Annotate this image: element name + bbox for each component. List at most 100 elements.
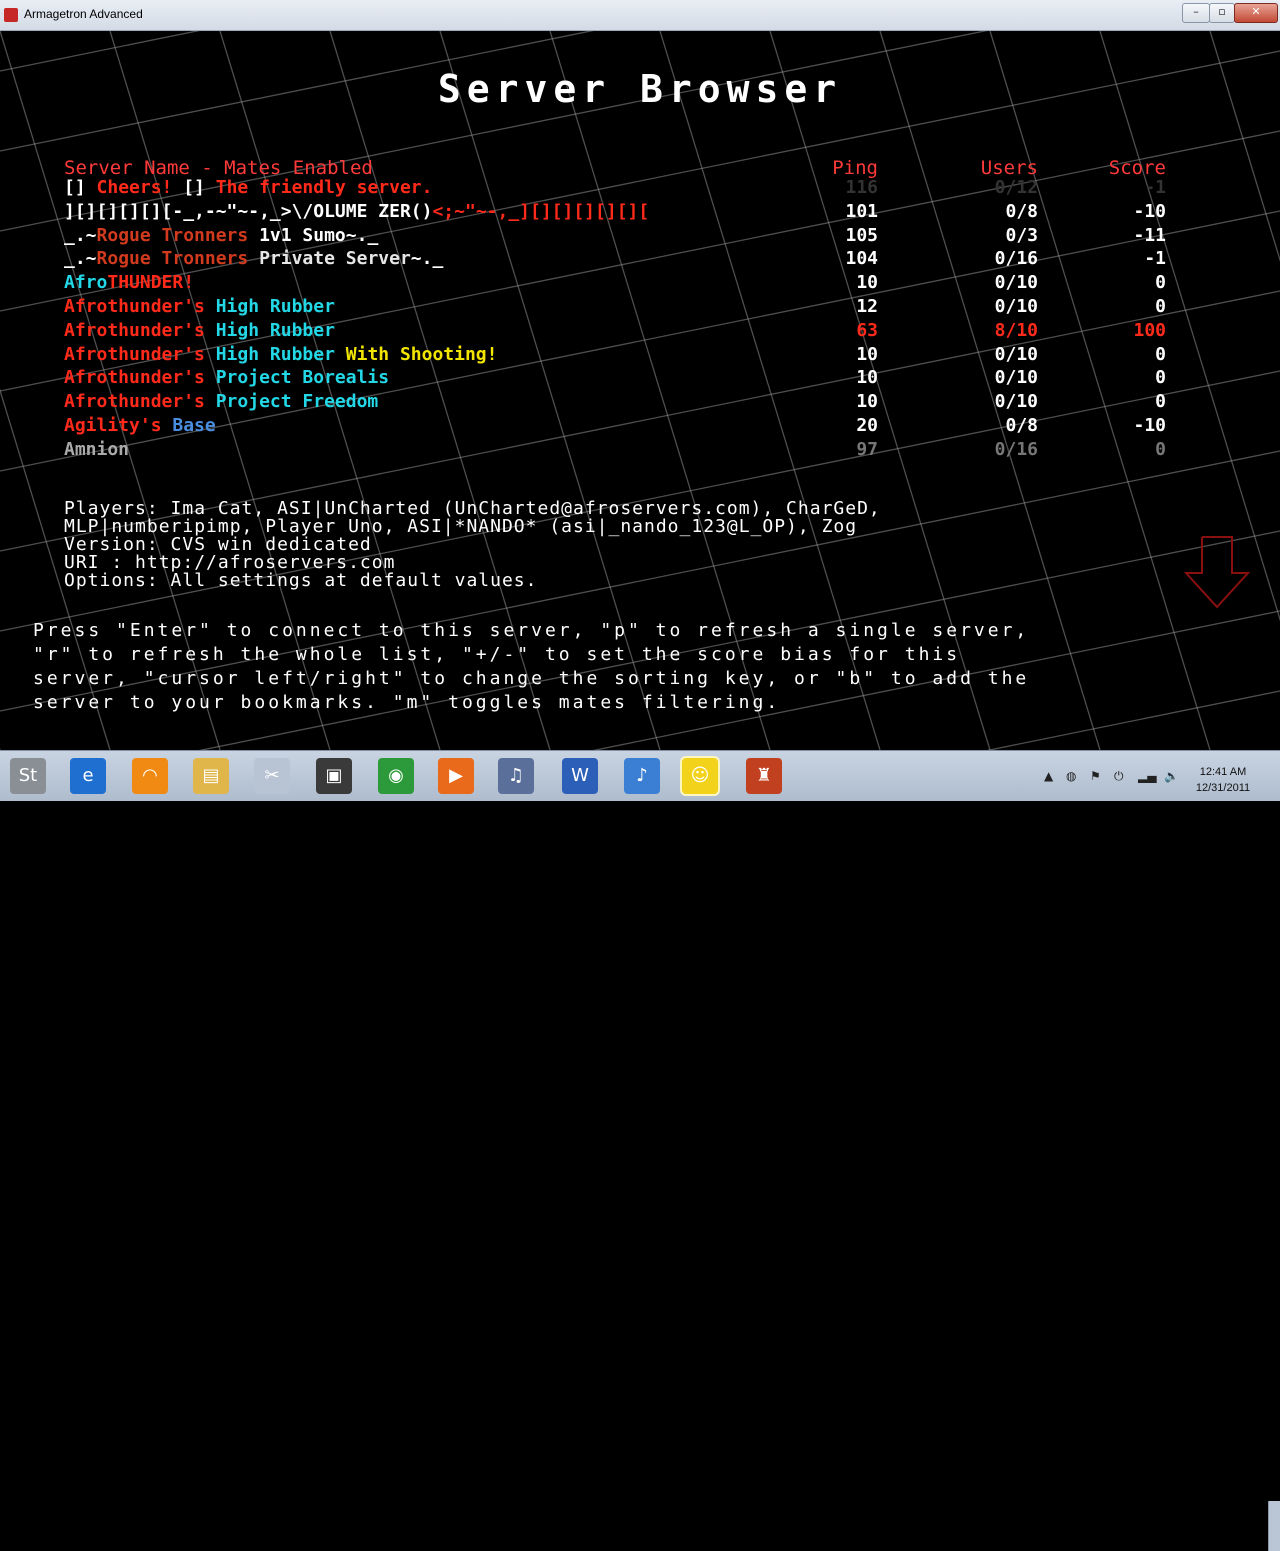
help-line-4: server to your bookmarks. "m" toggles ma… [33,692,781,713]
help-text: Press "Enter" to connect to this server,… [33,619,1233,715]
server-row[interactable]: [] Cheers! [] The friendly server. 116 0/1… [0,177,1280,199]
server-users: 8/10 [994,319,1038,341]
server-name-segment: Afrothunder's [64,367,216,389]
server-row[interactable]: Agility's Base 20 0/8 -10 [0,415,1280,437]
taskbar-terminal-icon[interactable]: ▣ [316,758,352,794]
server-name-segment: _.~ [64,224,97,246]
column-header-name[interactable]: Server Name - Mates Enabled [64,157,373,179]
game-viewport[interactable]: Server Browser Server Name - Mates Enabl… [0,31,1280,750]
server-score: 0 [1155,272,1166,294]
help-line-1: Press "Enter" to connect to this server,… [33,620,1030,641]
taskbar-clock[interactable]: 12:41 AM 12/31/2011 [1188,764,1258,796]
tray-network-globe-icon[interactable]: ◍ [1066,769,1076,783]
server-name-segment: _.~ [64,248,97,270]
help-line-2: "r" to refresh the whole list, "+/-" to … [33,644,961,665]
server-name: _.~Rogue Tronners Private Server~._ [64,248,443,269]
tray-volume-icon[interactable]: 🔈 [1164,769,1179,783]
window-titlebar: Armagetron Advanced – ▫ ✕ [0,0,1280,31]
tray-power-icon[interactable]: ⏻ [1114,769,1124,784]
tray-flag-icon[interactable]: ⚑ [1090,769,1101,783]
server-name-segment: 1v1 Sumo [259,224,346,246]
server-name-segment: Afrothunder's [64,319,216,341]
server-name-segment: Afro [64,272,108,294]
taskbar-word-icon[interactable]: W [562,758,598,794]
column-header-ping[interactable]: Ping [832,157,878,179]
server-row[interactable]: _.~Rogue Tronners 1v1 Sumo~._ 105 0/3 -11 [0,225,1280,247]
server-users: 0/10 [994,391,1038,413]
tray-signal-icon[interactable]: ▂▄ [1138,769,1156,783]
server-row[interactable]: Afrothunder's Project Borealis 10 0/10 0 [0,367,1280,389]
server-name-segment: Project Freedom [215,391,379,413]
server-row[interactable]: Afrothunder's High Rubber 12 0/10 0 [0,296,1280,318]
taskbar-explorer-icon[interactable]: ▤ [193,758,229,794]
taskbar-orange-app-icon[interactable]: ◠ [132,758,168,794]
taskbar-music-icon[interactable]: ♫ [498,758,534,794]
server-row[interactable]: Afrothunder's Project Freedom 10 0/10 0 [0,391,1280,413]
server-users: 0/10 [994,272,1038,294]
server-name-segment: Rogue Tronners [96,248,260,270]
column-header-users[interactable]: Users [981,157,1038,179]
column-header-score[interactable]: Score [1109,157,1166,179]
window-title: Armagetron Advanced [24,7,143,21]
server-users: 0/10 [994,296,1038,317]
server-users: 0/16 [994,248,1038,270]
show-desktop-button[interactable] [1268,1501,1280,1551]
armagetron-app-icon [4,8,18,22]
server-score: 0 [1155,438,1166,460]
help-line-3: server, "cursor left/right" to change th… [33,668,1030,689]
server-name-segment: [] [64,177,97,198]
server-name-segment: <;~"~-,_][][][][][][ [432,200,650,222]
taskbar-itunes-icon[interactable]: ♪ [624,758,660,794]
server-row[interactable]: Afrothunder's High Rubber 63 8/10 100 [0,320,1280,342]
taskbar-scissors-icon[interactable]: ✂ [254,758,290,794]
server-users: 0/8 [1005,200,1038,222]
server-name: [] Cheers! [] The friendly server. [64,177,432,198]
taskbar: St e ◠ ▤ ✂ ▣ ◉ ▶ ♫ W ♪ ☺ ♜ ▲ ◍ ⚑ ⏻ ▂▄ 🔈 [0,750,1280,1551]
server-name-segment: Amnion [64,438,130,460]
taskbar-eye-icon[interactable]: ◉ [378,758,414,794]
taskbar-ie-icon[interactable]: e [70,758,106,794]
server-name-segment: With Shooting! [345,343,498,365]
maximize-button[interactable]: ▫ [1209,3,1235,23]
taskbar-game-active-icon[interactable]: ☺ [680,756,720,796]
server-name-segment: High Rubber [215,296,335,317]
server-row[interactable]: _.~Rogue Tronners Private Server~._ 104 0/… [0,248,1280,270]
server-users: 0/8 [1005,415,1038,436]
server-score: -10 [1133,200,1166,222]
server-ping: 97 [856,438,878,460]
taskbar-armagetron-icon[interactable]: ♜ [746,758,782,794]
server-score: -1 [1144,177,1166,198]
server-name-segment: Cheers! [96,177,184,198]
server-name-segment: The friendly server. [215,177,433,198]
server-row[interactable]: AfroTHUNDER! 10 0/10 0 [0,272,1280,294]
taskbar-start-icon[interactable]: St [10,758,46,794]
server-name-segment: High Rubber [215,343,346,365]
server-ping: 101 [845,200,878,222]
server-score: -10 [1133,415,1166,436]
server-name-segment: Project Borealis [215,367,390,389]
close-button[interactable]: ✕ [1234,3,1278,23]
server-name-segment: Base [172,415,216,436]
server-row[interactable]: Afrothunder's High Rubber With Shooting!… [0,344,1280,366]
server-ping: 20 [856,415,878,436]
server-row[interactable]: ][][][][][-_,-~"~-,_>\/OLUME ZER()<;~"~-… [0,201,1280,223]
server-users: 0/3 [1005,224,1038,246]
scroll-down-arrow-icon[interactable] [1184,535,1250,611]
clock-date: 12/31/2011 [1195,782,1251,794]
server-name: Agility's Base [64,415,216,436]
server-score: -1 [1144,248,1166,270]
clock-time: 12:41 AM [1199,766,1247,778]
server-ping: 10 [856,367,878,389]
tray-expand-icon[interactable]: ▲ [1044,769,1053,783]
server-score: 100 [1133,319,1166,341]
server-name-segment: \/OLUME ZER() [291,200,433,222]
minimize-button[interactable]: – [1182,3,1210,23]
server-score: 0 [1155,391,1166,413]
taskbar-media-icon[interactable]: ▶ [438,758,474,794]
server-score: 0 [1155,367,1166,389]
screen-title: Server Browser [437,67,843,111]
server-name-segment: [] [183,177,216,198]
server-ping: 10 [856,391,878,413]
server-row[interactable]: Amnion 97 0/16 0 [0,439,1280,461]
server-ping: 10 [856,343,878,365]
